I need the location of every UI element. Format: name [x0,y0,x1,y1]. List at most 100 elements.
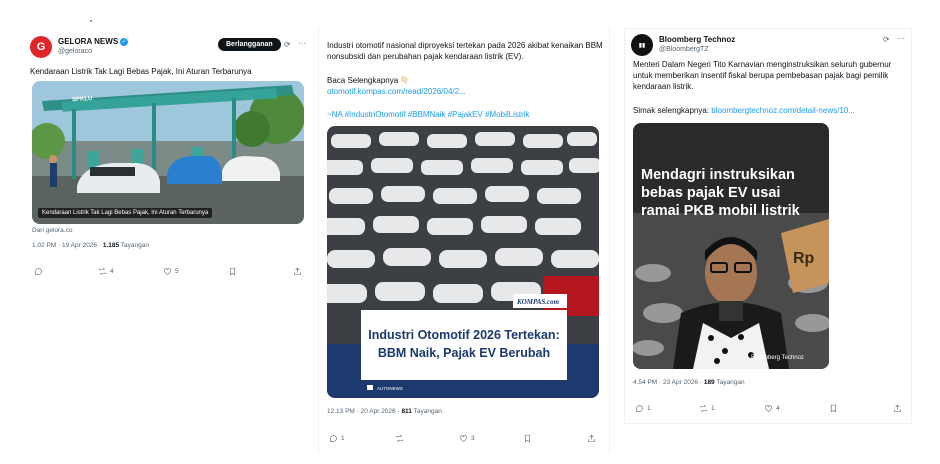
reply-icon [330,434,337,442]
timestamp[interactable]: 1.02 PM · 19 Apr 2026 · [32,242,103,249]
grok-icon[interactable]: ⟳ [883,35,890,44]
verified-badge-icon: ✓ [120,38,129,46]
bookmark-icon [229,267,236,275]
bookmark-button[interactable] [523,434,532,443]
share-button[interactable] [893,404,902,413]
bookmark-button[interactable] [829,404,838,413]
link-source[interactable]: Dari gelora.co [32,227,72,234]
post-text: Menteri Dalam Negeri Tito Karnavian meng… [633,60,892,91]
ev-charging-station-image: SPKLU [32,81,304,224]
repost-icon [700,404,707,412]
action-bar: 1 1 4 [625,401,913,415]
view-count: 189 [703,379,715,386]
bookmark-icon [524,434,531,442]
subscribe-button[interactable]: Berlangganan [218,38,281,51]
read-more-line: Simak selengkapnya: bloombergtechnoz.com… [633,105,905,116]
like-count: 3 [471,434,475,442]
view-count: 811 [401,408,412,415]
display-name[interactable]: Bloomberg Technoz [659,35,735,45]
post-text: Industri otomotif nasional diproyeksi te… [327,41,603,61]
repost-count: 4 [110,267,114,275]
post-meta: 12.13 PM · 20 Apr 2026 · 811 Tayangan [327,408,442,415]
read-more-text: Baca Selengkapnya 👇🏻 [327,76,411,85]
share-button[interactable] [293,267,302,276]
post-card-gelora[interactable]: G GELORA NEWS ✓ @geloraco Berlangganan ⟳… [22,28,314,288]
reply-icon [35,267,42,275]
post-card-bloomberg[interactable]: ▮▮ Bloomberg Technoz @BloombergTZ ⟳ ··· … [624,28,912,424]
views-label: Tayangan [411,408,442,415]
image-source: AUTONEWS [377,386,403,391]
reply-icon [636,404,643,412]
gelora-logo-icon: G [36,41,46,53]
bookmark-icon [830,404,837,412]
microphone [719,301,743,321]
like-button[interactable]: 4 [764,404,780,413]
decorative-dot [90,20,92,22]
article-link[interactable]: otomotif.kompas.com/read/2026/04/2... [327,86,603,97]
reply-button[interactable]: 1 [329,434,345,443]
article-link[interactable]: bloombergtechnoz.com/detail-news/10... [711,106,855,115]
action-bar: 4 5 [22,264,314,278]
like-count: 5 [175,267,179,275]
like-button[interactable]: 5 [163,267,179,276]
repost-count: 1 [711,404,715,412]
more-options-icon[interactable]: ··· [298,39,306,48]
bookmark-button[interactable] [228,267,237,276]
repost-button[interactable]: 4 [98,267,114,276]
rupiah-sign: Rp [793,250,815,267]
handle[interactable]: @BloombergTZ [659,45,735,55]
repost-icon [396,434,403,442]
read-more-text: Simak selengkapnya: [633,106,712,115]
repost-button[interactable] [395,434,407,443]
post-text: Kendaraan Listrik Tak Lagi Bebas Pajak, … [30,67,252,76]
views-label: Tayangan [714,379,745,386]
repost-button[interactable]: 1 [699,404,715,413]
timestamp[interactable]: 4.54 PM · 23 Apr 2026 · [633,379,704,386]
repost-icon [99,267,106,275]
like-button[interactable]: 3 [459,434,475,443]
display-name-text: GELORA NEWS [58,37,119,46]
post-image[interactable]: KOMPAS.com Industri Otomotif 2026 Tertek… [327,126,599,398]
image-headline-line-1: Mendagri instruksikan [641,167,795,183]
handle[interactable]: @geloraco [58,47,128,57]
car-lot-image: KOMPAS.com Industri Otomotif 2026 Tertek… [327,126,599,398]
more-options-icon[interactable]: ··· [897,34,905,43]
reply-button[interactable]: 1 [635,404,651,413]
reply-count: 1 [341,434,345,442]
camera-icon [367,385,373,390]
avatar[interactable]: ▮▮ [631,34,653,56]
reply-count: 1 [647,404,651,412]
display-name[interactable]: GELORA NEWS ✓ [58,37,129,47]
reply-button[interactable] [34,267,46,276]
share-icon [894,404,901,412]
view-count: 1.185 [102,242,120,249]
post-meta: 4.54 PM · 23 Apr 2026 · 189 Tayangan [633,379,745,386]
heart-icon [765,404,772,412]
post-meta: 1.02 PM · 19 Apr 2026 · 1.185 Tayangan [32,242,149,249]
views-label: Tayangan [119,242,149,249]
timestamp[interactable]: 12.13 PM · 20 Apr 2026 · [327,408,401,415]
post-image[interactable]: SPKLU Kendaraan Listrik Tak Lagi Bebas P… [32,81,304,224]
image-headline-line-2: bebas pajak EV usai [641,185,780,201]
post-header: G GELORA NEWS ✓ @geloraco [30,36,129,58]
kompas-logo: KOMPAS.com [516,298,560,306]
minister-photo-image: Rp Mendagri instruksikan bebas pajak EV … [633,123,829,369]
heart-icon [460,434,467,442]
bloomberg-logo-icon: ▮▮ [638,42,646,49]
heart-icon [164,267,171,275]
share-icon [294,267,301,275]
image-headline-2: BBM Naik, Pajak EV Berubah [378,346,550,360]
image-watermark: Bloomberg Technoz [751,355,804,361]
action-bar: 1 3 [319,431,611,445]
like-count: 4 [776,404,780,412]
spklu-sign: SPKLU [72,96,93,103]
post-card-kompas[interactable]: Industri otomotif nasional diproyeksi te… [318,28,610,452]
hashtags[interactable]: ~NA #IndustriOtomotif #BBMNaik #PajakEV … [327,109,603,120]
share-icon [588,434,595,442]
share-button[interactable] [587,434,596,443]
post-image[interactable]: Rp Mendagri instruksikan bebas pajak EV … [633,123,829,369]
image-headline-1: Industri Otomotif 2026 Tertekan: [368,328,559,342]
image-headline-line-3: ramai PKB mobil listrik [641,203,801,219]
avatar[interactable]: G [30,36,52,58]
grok-icon[interactable]: ⟳ [284,40,291,49]
